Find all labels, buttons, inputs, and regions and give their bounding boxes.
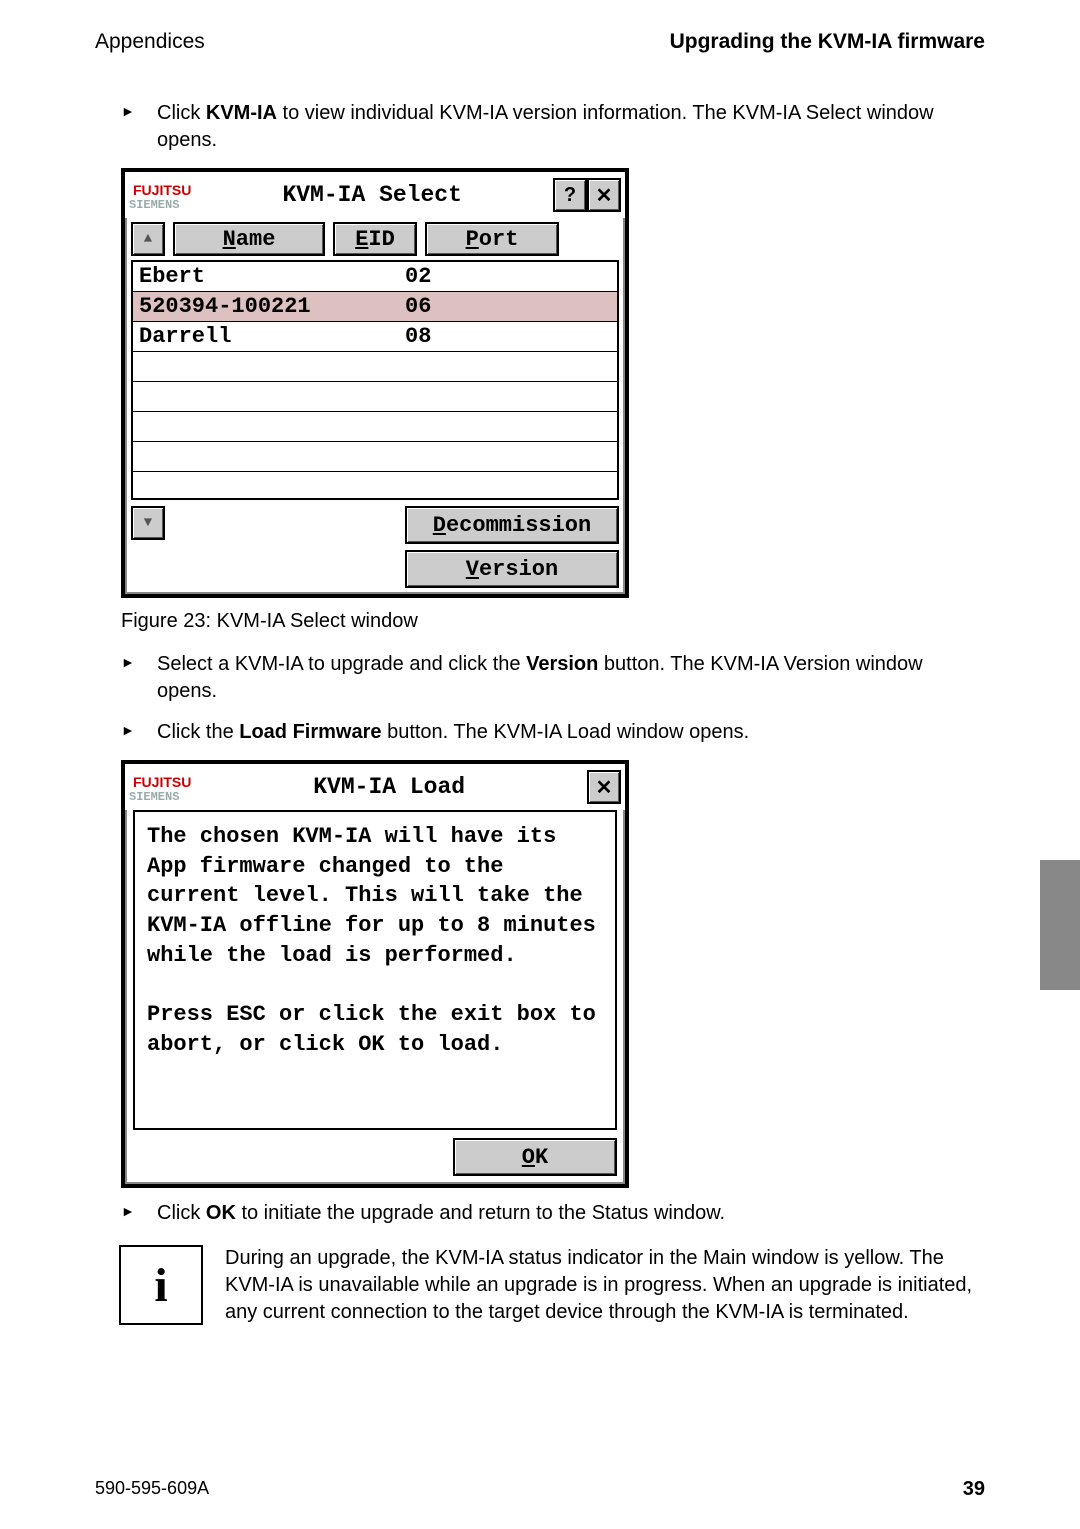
window-title: KVM-IA Load — [191, 774, 587, 800]
doc-number: 590-595-609A — [95, 1478, 209, 1501]
brand-logo: FUJITSU — [129, 182, 191, 198]
step-select-version: Select a KVM-IA to upgrade and click the… — [121, 651, 985, 705]
window-title: KVM-IA Select — [191, 182, 553, 208]
scroll-up-icon[interactable]: ▲ — [131, 222, 165, 256]
header-right: Upgrading the KVM-IA firmware — [670, 30, 985, 54]
decommission-button[interactable]: Decommission — [405, 506, 619, 544]
step-click-ok: Click OK to initiate the upgrade and ret… — [121, 1200, 985, 1227]
brand-sublogo: SIEMENS — [129, 790, 191, 804]
table-row[interactable]: Darrell 08 — [133, 322, 617, 352]
column-eid-button[interactable]: EID — [333, 222, 417, 256]
table-row[interactable]: 520394-100221 06 — [133, 292, 617, 322]
load-message: The chosen KVM-IA will have its App firm… — [133, 810, 617, 1130]
brand-sublogo: SIEMENS — [129, 198, 191, 212]
close-button[interactable]: ✕ — [587, 178, 621, 212]
brand-logo: FUJITSU — [129, 774, 191, 790]
info-icon: i — [119, 1245, 203, 1325]
figure-caption: Figure 23: KVM-IA Select window — [121, 610, 985, 633]
kvm-ia-load-window: FUJITSU SIEMENS KVM-IA Load ✕ The chosen… — [121, 760, 629, 1188]
scroll-down-icon[interactable]: ▼ — [131, 506, 165, 540]
column-name-button[interactable]: Name — [173, 222, 325, 256]
ok-button[interactable]: OK — [453, 1138, 617, 1176]
step-load-firmware: Click the Load Firmware button. The KVM-… — [121, 719, 985, 746]
kvm-ia-select-window: FUJITSU SIEMENS KVM-IA Select ? ✕ ▲ Name… — [121, 168, 629, 598]
table-row[interactable]: Ebert 02 — [133, 262, 617, 292]
info-text: During an upgrade, the KVM-IA status ind… — [225, 1245, 985, 1326]
page-number: 39 — [963, 1478, 985, 1501]
side-tab — [1040, 860, 1080, 990]
step-click-kvmia: Click KVM-IA to view individual KVM-IA v… — [121, 100, 985, 154]
column-port-button[interactable]: Port — [425, 222, 559, 256]
help-button[interactable]: ? — [553, 178, 587, 212]
version-button[interactable]: Version — [405, 550, 619, 588]
kvm-ia-list[interactable]: Ebert 02 520394-100221 06 Darrell 08 — [131, 260, 619, 500]
close-button[interactable]: ✕ — [587, 770, 621, 804]
header-left: Appendices — [95, 30, 205, 54]
